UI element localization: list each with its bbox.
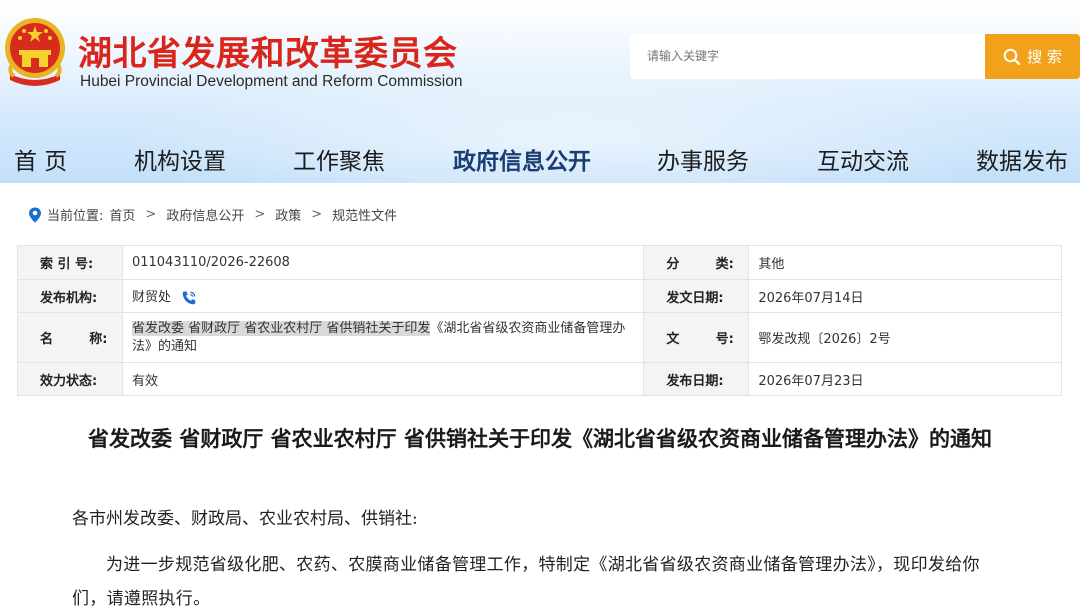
document-salutation: 各市州发改委、财政局、农业农村局、供销社: [72,509,418,529]
nav-item-gov-info-disclosure[interactable]: 政府信息公开 [453,142,591,176]
site-subtitle: Hubei Provincial Development and Reform … [80,73,463,90]
table-row: 发布机构: 财贸处 发文日期: 2026年07月14日 [17,279,1062,313]
index-number-label: 索 引 号: [17,245,123,280]
document-paragraph: 为进一步规范省级化肥、农药、农膜商业储备管理工作，特制定《湖北省省级农资商业储备… [72,555,980,609]
validity-status-label: 效力状态: [17,362,123,396]
issuing-org-label: 发布机构: [17,279,123,313]
document-name-highlighted: 省发改委 省财政厅 省农业农村厅 省供销社关于印发 [131,320,431,336]
nav-item-organization[interactable]: 机构设置 [134,142,226,176]
index-number-value: 011043110/2026-22608 [121,245,645,280]
breadcrumb-separator: > [311,207,323,222]
breadcrumb-prefix: 当前位置: [47,209,104,224]
breadcrumb-separator: > [254,207,266,222]
table-row: 名 称: 省发改委 省财政厅 省农业农村厅 省供销社关于印发《湖北省省级农资商业… [17,312,1062,363]
breadcrumb-link-gov-info[interactable]: 政府信息公开 [166,205,244,224]
nav-item-data-release[interactable]: 数据发布 [976,142,1068,176]
issue-date-value: 2026年07月14日 [748,279,1062,313]
table-row: 效力状态: 有效 发布日期: 2026年07月23日 [17,362,1062,396]
search-button-label: 搜 索 [1027,48,1062,66]
search-icon [1003,48,1021,65]
search-input[interactable] [630,34,986,79]
search-button[interactable]: 搜 索 [985,34,1080,79]
document-number-label: 文 号: [643,312,750,363]
breadcrumb: 当前位置: 首页 > 政府信息公开 > 政策 > 规范性文件 [28,205,397,224]
table-row: 索 引 号: 011043110/2026-22608 分 类: 其他 [17,245,1062,280]
publish-date-label: 发布日期: [643,362,750,396]
breadcrumb-link-policy[interactable]: 政策 [275,205,301,224]
issuing-org-value: 财贸处 [131,290,171,306]
document-name-cell: 省发改委 省财政厅 省农业农村厅 省供销社关于印发《湖北省省级农资商业储备管理办… [121,312,645,363]
national-emblem-icon[interactable] [2,14,68,90]
nav-item-interaction[interactable]: 互动交流 [817,142,909,176]
validity-status-value: 有效 [121,362,645,396]
breadcrumb-separator: > [145,207,157,222]
site-header: 湖北省发展和改革委员会 Hubei Provincial Development… [0,0,1080,183]
document-body: 各市州发改委、财政局、农业农村局、供销社: 为进一步规范省级化肥、农药、农膜商业… [72,504,1012,612]
document-number-value: 鄂发改规〔2026〕2号 [748,312,1062,363]
document-title: 省发改委 省财政厅 省农业农村厅 省供销社关于印发《湖北省省级农资商业储备管理办… [88,426,992,451]
issuing-org-cell: 财贸处 [121,279,645,313]
category-value: 其他 [748,245,1062,280]
site-title: 湖北省发展和改革委员会 [78,34,458,74]
phone-icon[interactable] [181,290,197,306]
publish-date-value: 2026年07月23日 [748,362,1062,396]
location-pin-icon [29,207,41,222]
issue-date-label: 发文日期: [643,279,750,313]
breadcrumb-link-home[interactable]: 首页 [109,205,135,224]
document-info-table: 索 引 号: 011043110/2026-22608 分 类: 其他 发布机构… [17,245,1062,396]
document-name-label: 名 称: [17,312,123,363]
breadcrumb-link-normative-docs[interactable]: 规范性文件 [332,205,397,224]
main-nav: 首 页 机构设置 工作聚焦 政府信息公开 办事服务 互动交流 数据发布 [0,138,1080,178]
nav-item-work-focus[interactable]: 工作聚焦 [293,142,385,176]
category-label: 分 类: [643,245,750,280]
nav-item-home[interactable]: 首 页 [14,142,67,176]
nav-item-services[interactable]: 办事服务 [657,142,749,176]
